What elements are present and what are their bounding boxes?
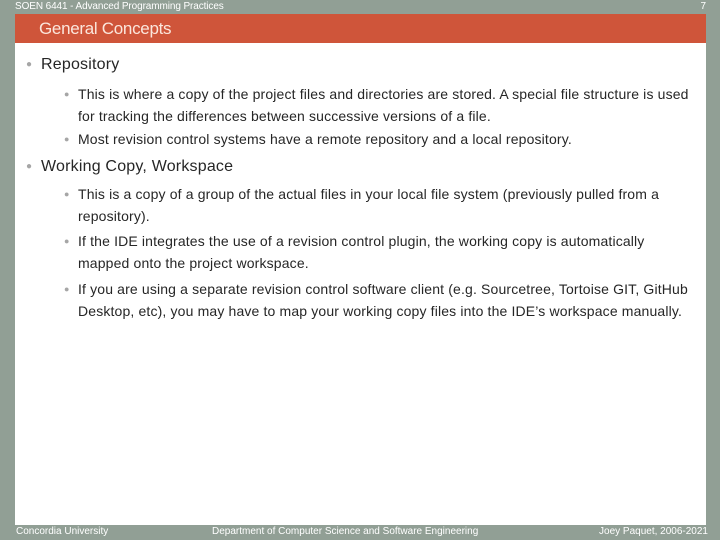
sub-bullet-text: If the IDE integrates the use of a revis… xyxy=(78,233,645,271)
sub-bullet-item: ● Most revision control systems have a r… xyxy=(64,128,694,150)
sub-bullet-item: ● This is where a copy of the project fi… xyxy=(64,83,694,127)
sub-bullet-item: ● This is a copy of a group of the actua… xyxy=(64,183,694,227)
sub-bullet-item: ● If the IDE integrates the use of a rev… xyxy=(64,230,694,274)
bullet-dot-icon: ● xyxy=(64,189,70,199)
course-title: SOEN 6441 - Advanced Programming Practic… xyxy=(15,1,224,12)
bullet-dot-icon: ● xyxy=(64,284,70,294)
bullet-dot-icon: ● xyxy=(26,161,33,172)
header-bar: SOEN 6441 - Advanced Programming Practic… xyxy=(0,0,720,14)
footer-bar: Concordia University Department of Compu… xyxy=(0,525,720,540)
bullet-dot-icon: ● xyxy=(64,134,70,144)
footer-university: Concordia University xyxy=(16,526,109,537)
bullet-label: Working Copy, Workspace xyxy=(41,158,234,175)
bullet-dot-icon: ● xyxy=(26,59,33,70)
footer-author: Joey Paquet, 2006-2021 xyxy=(599,526,708,537)
bullet-dot-icon: ● xyxy=(64,89,70,99)
bullet-item-working-copy: ● Working Copy, Workspace xyxy=(26,157,233,177)
page-number: 7 xyxy=(700,1,706,12)
sub-bullet-text: If you are using a separate revision con… xyxy=(78,281,688,319)
bullet-item-repository: ● Repository xyxy=(26,55,119,75)
sub-bullet-text: Most revision control systems have a rem… xyxy=(78,131,572,147)
footer-department: Department of Computer Science and Softw… xyxy=(212,526,479,537)
bullet-label: Repository xyxy=(41,56,120,73)
bullet-dot-icon: ● xyxy=(64,236,70,246)
sub-bullet-text: This is where a copy of the project file… xyxy=(78,86,689,124)
slide-content: ● Repository ● This is where a copy of th… xyxy=(15,14,706,525)
slide: General Concepts ● Repository ● This is w… xyxy=(15,14,706,525)
sub-bullet-text: This is a copy of a group of the actual … xyxy=(78,186,660,224)
sub-bullet-item: ● If you are using a separate revision c… xyxy=(64,278,694,322)
